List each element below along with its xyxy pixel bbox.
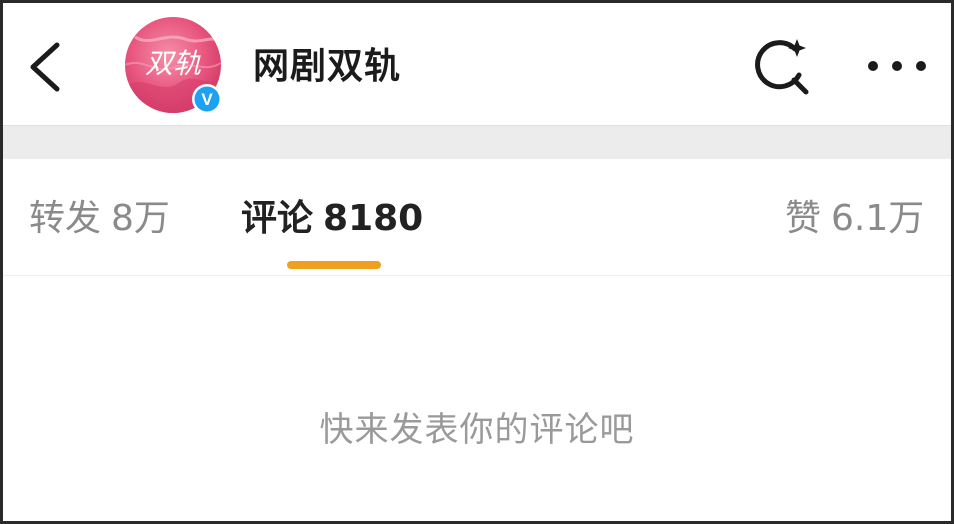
- tab-likes-count: 6.1万: [831, 198, 925, 239]
- more-dots-icon: [868, 61, 926, 71]
- back-button[interactable]: [21, 39, 71, 95]
- search-sparkle-icon: [755, 39, 809, 95]
- tab-comments[interactable]: 评论 8180: [241, 197, 423, 241]
- empty-comments-hint[interactable]: 快来发表你的评论吧: [3, 408, 951, 452]
- section-divider: [3, 125, 951, 159]
- comments-list-empty: 快来发表你的评论吧: [3, 276, 951, 521]
- tab-likes-label: 赞: [785, 198, 822, 239]
- account-name[interactable]: 网剧双轨: [253, 45, 401, 89]
- tab-reposts-count: 8万: [111, 198, 170, 239]
- tab-comments-label: 评论: [241, 198, 314, 239]
- avatar-container[interactable]: 双轨 V: [125, 17, 225, 117]
- tab-comments-count: 8180: [323, 198, 424, 239]
- active-tab-indicator: [287, 261, 381, 269]
- chevron-left-icon: [30, 42, 60, 92]
- tab-reposts-label: 转发: [29, 198, 102, 239]
- verified-mark: V: [201, 90, 213, 109]
- screen-frame: 双轨 V 网剧双轨 转发 8万 评论 8180 赞 6.1万 快来发表你的评论吧: [0, 0, 954, 524]
- more-options-button[interactable]: [863, 49, 933, 83]
- tab-bar: 转发 8万 评论 8180 赞 6.1万: [3, 159, 951, 276]
- tab-reposts[interactable]: 转发 8万: [29, 197, 170, 241]
- tab-likes[interactable]: 赞 6.1万: [785, 197, 924, 241]
- search-button[interactable]: [749, 35, 813, 99]
- avatar-logo-text: 双轨: [145, 47, 201, 80]
- top-bar: 双轨 V 网剧双轨: [3, 3, 951, 125]
- verified-badge-icon: V: [191, 83, 223, 115]
